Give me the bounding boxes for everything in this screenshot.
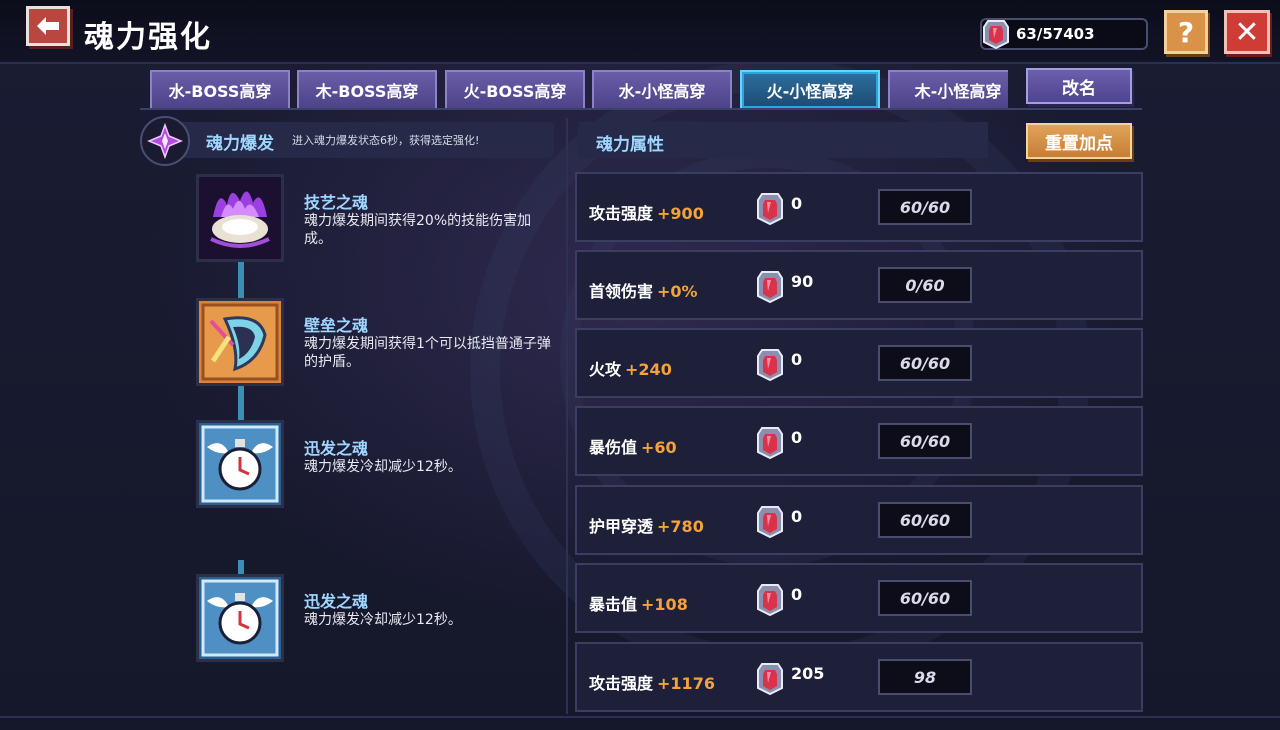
attribute-bonus: +240: [625, 360, 672, 379]
soul-card-haste-2[interactable]: [196, 574, 284, 662]
tab-wood-boss[interactable]: 木-BOSS高穿: [297, 70, 437, 110]
attribute-level[interactable]: 60/60: [878, 580, 972, 616]
soul-card-skill[interactable]: [196, 174, 284, 262]
tab-water-boss[interactable]: 水-BOSS高穿: [150, 70, 290, 110]
soul-connector: [238, 262, 244, 298]
burst-description: 进入魂力爆发状态6秒，获得选定强化!: [292, 134, 480, 147]
soul-burst-icon: [140, 116, 190, 166]
winged-stopwatch-icon: [199, 577, 281, 659]
soul-description: 魂力爆发冷却减少12秒。: [304, 612, 462, 628]
attribute-name: 攻击强度: [589, 204, 654, 223]
attribute-row[interactable]: 暴伤值 +60 0 60/60: [575, 406, 1143, 476]
soul-name: 壁垒之魂: [304, 316, 369, 335]
attribute-level[interactable]: 60/60: [878, 189, 972, 225]
soul-gem-icon: [755, 192, 785, 230]
soul-gem-icon: [983, 20, 1009, 50]
attribute-bonus: +900: [657, 204, 704, 223]
attribute-bonus: +0%: [657, 282, 698, 301]
page-title: 魂力强化: [84, 20, 212, 55]
soul-name: 迅发之魂: [304, 592, 369, 611]
attribute-cost: 0: [791, 194, 803, 213]
attribute-cost: 90: [791, 272, 814, 291]
soul-connector: [238, 384, 244, 420]
attribute-label: 暴击值 +108: [589, 591, 688, 615]
attribute-label: 火攻 +240: [589, 356, 672, 380]
soul-gem-icon: [755, 662, 785, 700]
purple-flame-shell-icon: [199, 177, 281, 259]
attributes-title: 魂力属性: [596, 135, 664, 155]
reset-points-button[interactable]: 重置加点: [1026, 123, 1132, 159]
attribute-name: 暴伤值: [589, 438, 638, 457]
soul-name: 技艺之魂: [304, 193, 369, 212]
rename-button[interactable]: 改名: [1026, 68, 1132, 104]
soul-card-barrier[interactable]: [196, 298, 284, 386]
bottom-divider: [0, 716, 1280, 718]
attribute-cost: 205: [791, 664, 825, 683]
soul-description: 魂力爆发冷却减少12秒。: [304, 459, 462, 475]
attribute-level[interactable]: 60/60: [878, 502, 972, 538]
attribute-row[interactable]: 首领伤害 +0% 90 0/60: [575, 250, 1143, 320]
back-button[interactable]: [26, 6, 70, 46]
attribute-name: 火攻: [589, 360, 622, 379]
attribute-row[interactable]: 暴击值 +108 0 60/60: [575, 563, 1143, 633]
soul-name: 迅发之魂: [304, 439, 369, 458]
soul-gem-counter: 63/57403: [980, 18, 1148, 50]
preset-tab-bar: 水-BOSS高穿 木-BOSS高穿 火-BOSS高穿 水-小怪高穿 火-小怪高穿…: [150, 70, 1008, 110]
attribute-bonus: +108: [641, 595, 688, 614]
attribute-row[interactable]: 攻击强度 +900 0 60/60: [575, 172, 1143, 242]
soul-gem-icon: [755, 426, 785, 464]
soul-gem-icon: [755, 270, 785, 308]
help-button[interactable]: ?: [1164, 10, 1208, 54]
attribute-level[interactable]: 0/60: [878, 267, 972, 303]
attribute-cost: 0: [791, 428, 803, 447]
soul-card-haste[interactable]: [196, 420, 284, 508]
attribute-level[interactable]: 60/60: [878, 345, 972, 381]
attribute-row[interactable]: 攻击强度 +1176 205 98: [575, 642, 1143, 712]
attribute-level[interactable]: 98: [878, 659, 972, 695]
attribute-bonus: +1176: [657, 674, 715, 693]
attribute-name: 暴击值: [589, 595, 638, 614]
soul-gem-icon: [755, 505, 785, 543]
attribute-label: 攻击强度 +900: [589, 200, 704, 224]
tab-wood-minion[interactable]: 木-小怪高穿: [888, 70, 1008, 110]
tabs-divider: [140, 108, 1142, 110]
tab-fire-boss[interactable]: 火-BOSS高穿: [445, 70, 585, 110]
attribute-name: 护甲穿透: [589, 517, 654, 536]
close-button[interactable]: ✕: [1224, 10, 1270, 54]
attribute-label: 护甲穿透 +780: [589, 513, 704, 537]
burst-title: 魂力爆发: [206, 134, 274, 154]
tab-fire-minion[interactable]: 火-小怪高穿: [740, 70, 880, 110]
attribute-cost: 0: [791, 585, 803, 604]
shield-icon: [199, 301, 281, 383]
soul-description: 魂力爆发期间获得20%的技能伤害加成。: [304, 213, 532, 247]
soul-gem-icon: [755, 348, 785, 386]
back-arrow-icon: [37, 17, 59, 35]
attribute-cost: 0: [791, 507, 803, 526]
attribute-name: 首领伤害: [589, 282, 654, 301]
attribute-label: 暴伤值 +60: [589, 434, 677, 458]
soul-description: 魂力爆发期间获得1个可以抵挡普通子弹的护盾。: [304, 336, 551, 370]
soul-gem-count: 63/57403: [1016, 25, 1095, 43]
soul-gem-icon: [755, 583, 785, 621]
attribute-row[interactable]: 护甲穿透 +780 0 60/60: [575, 485, 1143, 555]
attribute-row[interactable]: 火攻 +240 0 60/60: [575, 328, 1143, 398]
attribute-label: 攻击强度 +1176: [589, 670, 715, 694]
attribute-level[interactable]: 60/60: [878, 423, 972, 459]
attribute-cost: 0: [791, 350, 803, 369]
attribute-name: 攻击强度: [589, 674, 654, 693]
attribute-bonus: +780: [657, 517, 704, 536]
panel-divider: [566, 118, 568, 714]
tab-water-minion[interactable]: 水-小怪高穿: [592, 70, 732, 110]
attribute-label: 首领伤害 +0%: [589, 278, 698, 302]
attribute-bonus: +60: [641, 438, 677, 457]
winged-stopwatch-icon: [199, 423, 281, 505]
